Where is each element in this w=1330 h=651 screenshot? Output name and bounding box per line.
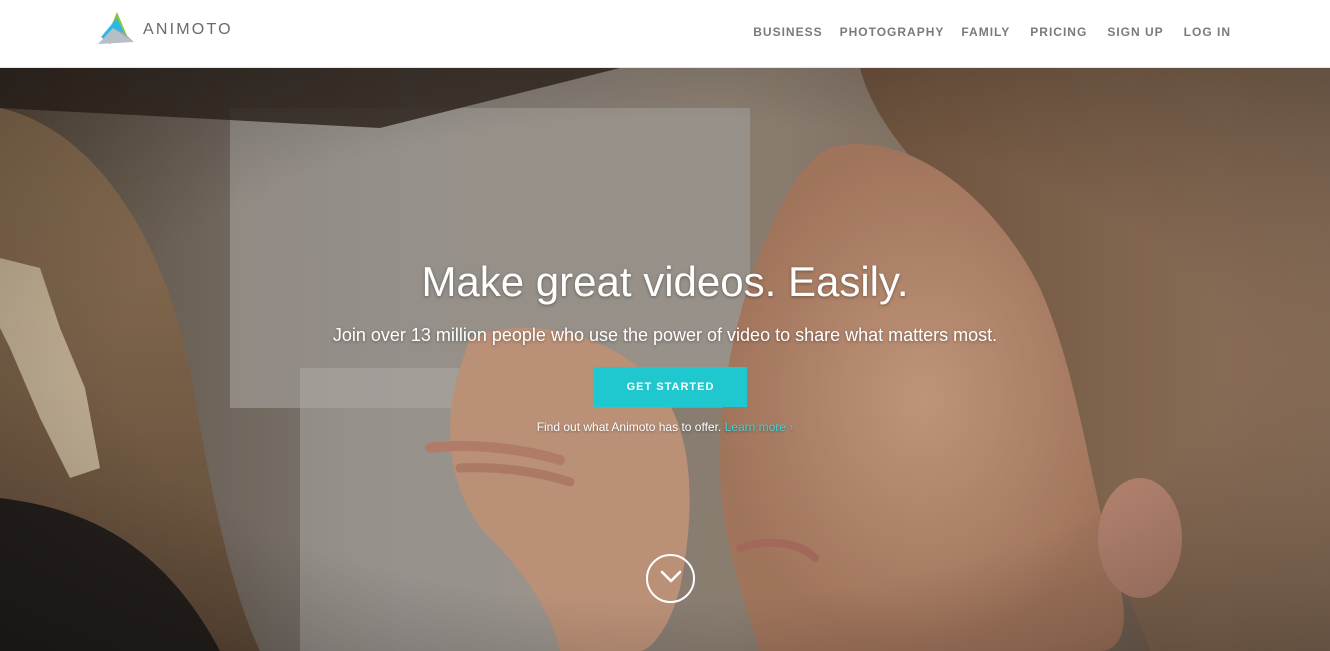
get-started-button[interactable]: GET STARTED — [594, 367, 747, 407]
learn-more-text: Find out what Animoto has to offer. — [536, 420, 725, 434]
nav-business[interactable]: BUSINESS — [753, 25, 822, 39]
hero-title: Make great videos. Easily. — [421, 258, 909, 305]
nav-log-in[interactable]: LOG IN — [1184, 25, 1231, 39]
nav-family[interactable]: FAMILY — [961, 25, 1010, 39]
hero-subtitle: Join over 13 million people who use the … — [332, 325, 998, 345]
animoto-logo-icon — [97, 11, 137, 45]
learn-more-line: Find out what Animoto has to offer. Lear… — [0, 420, 1330, 434]
logo-text: ANIMOTO — [143, 21, 233, 38]
hero-section: Make great videos. Easily. Join over 13 … — [0, 68, 1330, 651]
nav-pricing[interactable]: PRICING — [1030, 25, 1087, 39]
main-nav: BUSINESS PHOTOGRAPHY FAMILY PRICING SIGN… — [753, 25, 1231, 39]
animoto-logo[interactable]: ANIMOTO — [97, 11, 233, 45]
scroll-down-button[interactable] — [646, 554, 695, 603]
nav-sign-up[interactable]: SIGN UP — [1107, 25, 1163, 39]
nav-photography[interactable]: PHOTOGRAPHY — [840, 25, 945, 39]
chevron-down-icon — [659, 568, 683, 589]
learn-more-link[interactable]: Learn more › — [725, 420, 794, 434]
site-header: ANIMOTO BUSINESS PHOTOGRAPHY FAMILY PRIC… — [0, 0, 1330, 68]
